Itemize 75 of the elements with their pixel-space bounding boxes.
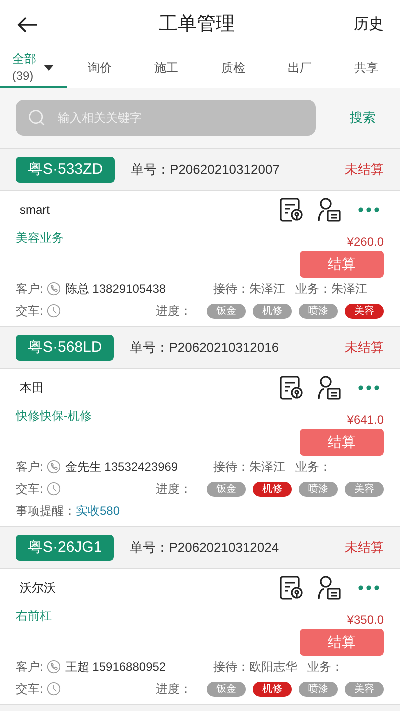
progress-chip: 美容 <box>345 304 384 318</box>
progress-label: 进度： <box>156 481 192 498</box>
more-icon[interactable] <box>358 585 380 591</box>
customer-label: 客户: <box>16 459 44 476</box>
progress-label: 进度： <box>156 303 192 320</box>
progress-chip: 机修 <box>253 304 292 318</box>
reminder-text: 实收580 <box>76 503 120 520</box>
progress-chip: 喷漆 <box>299 682 338 696</box>
tab[interactable]: 质检 <box>200 50 267 88</box>
progress-chip: 喷漆 <box>299 482 338 496</box>
tab[interactable]: 询价 <box>66 50 134 88</box>
search-button[interactable]: 搜索 <box>350 108 376 128</box>
license-plate-badge: 粤S·533ZD <box>16 156 116 182</box>
payment-status: 未结算 <box>345 338 384 357</box>
delivery-label: 交车: <box>16 481 44 498</box>
reception-info: 接待：朱泽江 <box>213 459 286 476</box>
progress-chip: 钣金 <box>207 482 246 496</box>
clock-icon <box>47 482 62 496</box>
customer-label: 客户: <box>16 659 44 676</box>
progress-chip: 钣金 <box>207 682 246 696</box>
car-model: 沃尔沃 <box>20 580 56 597</box>
customer-info: 王超 15916880952 <box>65 659 168 676</box>
history-button[interactable]: 历史 <box>354 14 384 36</box>
license-plate-badge: 粤S·26JG1 <box>16 534 114 560</box>
document-location-icon[interactable] <box>278 197 304 223</box>
person-card-icon[interactable] <box>316 575 342 601</box>
reception-info: 接待：朱泽江 <box>213 281 286 298</box>
clock-icon <box>47 682 62 696</box>
document-location-icon[interactable] <box>278 375 304 401</box>
car-model: 本田 <box>20 380 44 397</box>
clock-icon <box>47 304 62 318</box>
progress-chip: 机修 <box>253 682 292 696</box>
customer-label: 客户: <box>16 281 44 298</box>
reminder-label: 事项提醒： <box>16 503 76 520</box>
service-type: 快修快保-机修 <box>16 408 92 425</box>
customer-info: 金先生 13532423969 <box>65 459 180 476</box>
service-type: 右前杠 <box>16 608 52 625</box>
progress-chip: 美容 <box>345 482 384 496</box>
delivery-label: 交车: <box>16 681 44 698</box>
order-number: 单号：P20620210312016 <box>130 338 280 357</box>
payment-status: 未结算 <box>345 160 384 179</box>
phone-icon[interactable] <box>47 660 62 674</box>
search-icon <box>28 109 46 127</box>
delivery-label: 交车: <box>16 303 44 320</box>
progress-chip: 喷漆 <box>299 304 338 318</box>
license-plate-badge: 粤S·568LD <box>16 334 114 360</box>
order-number: 单号：P20620210312007 <box>131 160 280 179</box>
phone-icon[interactable] <box>47 460 62 474</box>
amount: ¥641.0 <box>347 412 384 429</box>
amount: ¥260.0 <box>347 234 384 251</box>
progress-label: 进度： <box>156 681 192 698</box>
business-info: 业务： <box>295 459 332 476</box>
progress-chip: 机修 <box>253 482 292 496</box>
person-card-icon[interactable] <box>316 197 342 223</box>
tab[interactable]: 出厂 <box>266 50 334 88</box>
progress-chip: 美容 <box>345 682 384 696</box>
order-number: 单号：P20620210312024 <box>130 538 280 557</box>
tab[interactable]: 共享 <box>333 50 400 88</box>
more-icon[interactable] <box>358 207 380 213</box>
business-info: 业务：朱泽江 <box>295 281 368 298</box>
business-info: 业务： <box>307 659 344 676</box>
phone-icon[interactable] <box>47 282 62 296</box>
amount: ¥350.0 <box>347 612 384 629</box>
more-icon[interactable] <box>358 385 380 391</box>
page-title: 工单管理 <box>159 12 235 37</box>
car-model: smart <box>20 202 50 219</box>
service-type: 美容业务 <box>16 230 64 247</box>
tab[interactable]: 施工 <box>133 50 200 88</box>
progress-chip: 钣金 <box>207 304 246 318</box>
payment-status: 未结算 <box>345 538 384 557</box>
person-card-icon[interactable] <box>316 375 342 401</box>
reception-info: 接待：欧阳志华 <box>213 659 298 676</box>
customer-info: 陈总 13829105438 <box>65 281 168 298</box>
document-location-icon[interactable] <box>278 575 304 601</box>
dropdown-icon[interactable] <box>44 65 54 71</box>
